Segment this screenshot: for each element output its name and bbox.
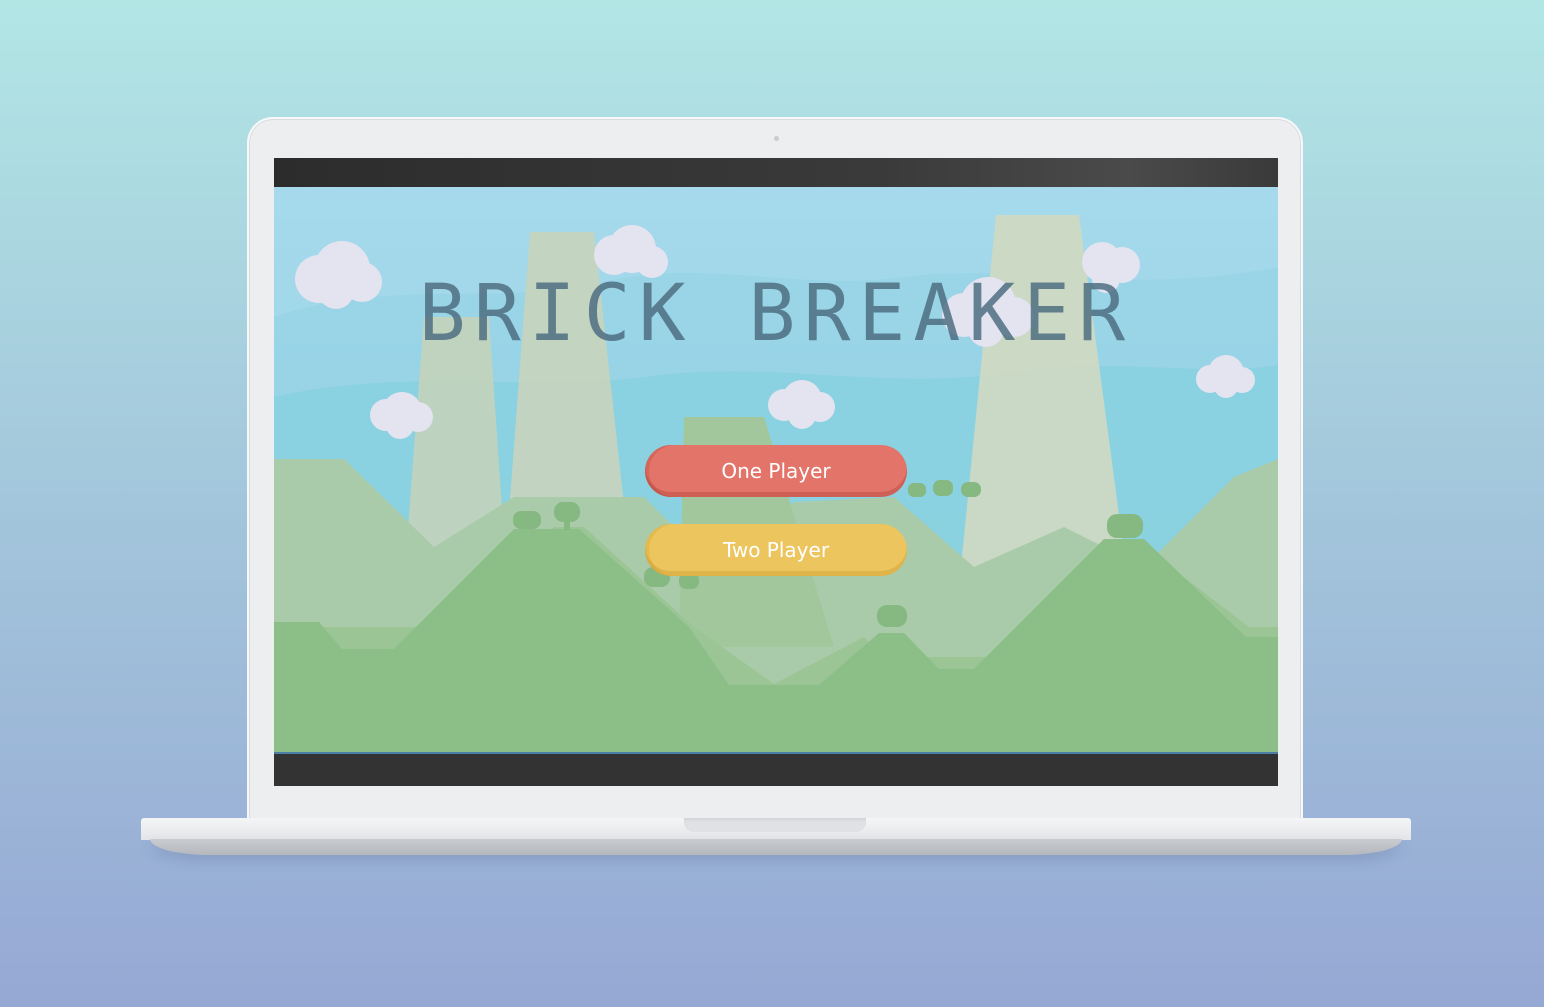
screen-top-bar <box>274 158 1278 187</box>
game-title: BRICK BREAKER <box>418 269 1134 359</box>
two-player-button[interactable]: Two Player <box>645 524 907 576</box>
one-player-button[interactable]: One Player <box>645 445 907 497</box>
camera-dot <box>774 136 779 141</box>
screen-bottom-bar <box>274 756 1278 786</box>
ground-line <box>274 752 1278 754</box>
laptop-bottom-edge <box>150 839 1402 855</box>
laptop-screen: BRICK BREAKER One Player Two Player <box>274 158 1278 786</box>
laptop-notch <box>684 818 866 832</box>
laptop-base <box>141 818 1411 840</box>
game-canvas[interactable]: BRICK BREAKER One Player Two Player <box>274 187 1278 754</box>
